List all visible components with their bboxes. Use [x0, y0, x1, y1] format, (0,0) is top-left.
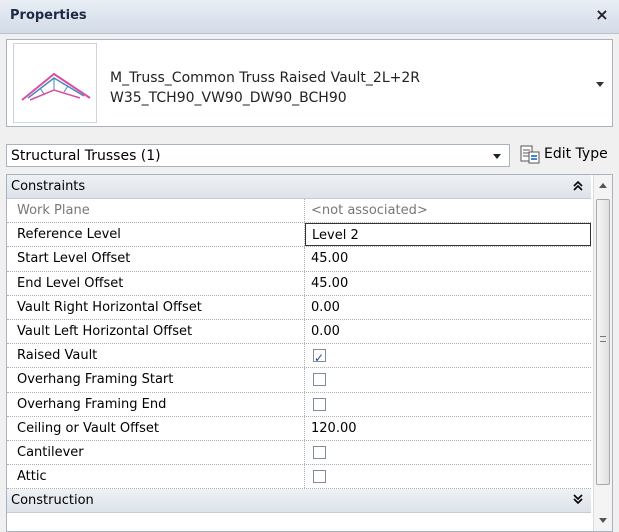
scroll-down-icon[interactable]: [599, 518, 607, 523]
window-title: Properties: [10, 8, 87, 23]
edit-type-icon: [520, 145, 540, 164]
vertical-scrollbar[interactable]: [593, 175, 612, 531]
property-row-work-plane: Work Plane <not associated>: [7, 199, 591, 224]
close-icon[interactable]: ×: [593, 6, 611, 24]
property-row-overhang-framing-end[interactable]: Overhang Framing End: [7, 392, 591, 417]
property-value: ✓: [305, 344, 591, 367]
property-name: End Level Offset: [7, 271, 305, 295]
property-name: Attic: [7, 465, 305, 489]
property-name: Overhang Framing Start: [7, 368, 305, 392]
property-row-start-level-offset[interactable]: Start Level Offset 45.00: [7, 247, 591, 272]
cantilever-checkbox[interactable]: [313, 445, 326, 459]
property-value: [305, 441, 591, 464]
property-row-vault-right-horizontal-offset[interactable]: Vault Right Horizontal Offset 0.00: [7, 295, 591, 320]
property-name: Cantilever: [7, 440, 305, 465]
property-name: Work Plane: [7, 199, 305, 223]
property-name: Reference Level: [7, 223, 305, 247]
start-level-offset-field[interactable]: 45.00: [305, 247, 591, 270]
property-row-ceiling-or-vault-offset[interactable]: Ceiling or Vault Offset 120.00: [7, 416, 591, 441]
property-name: Raised Vault: [7, 344, 305, 368]
property-name: Vault Right Horizontal Offset: [7, 295, 305, 319]
vault-left-horizontal-offset-field[interactable]: 0.00: [305, 320, 591, 343]
collapse-icon[interactable]: [573, 177, 583, 197]
scrollbar-thumb[interactable]: [596, 199, 610, 485]
property-name: Overhang Framing End: [7, 392, 305, 416]
type-name-line2: W35_TCH90_VW90_DW90_BCH90: [110, 90, 347, 106]
edit-type-label: Edit Type: [544, 146, 608, 162]
property-value: [305, 368, 591, 391]
truss-icon: [21, 72, 91, 101]
section-title: Construction: [11, 493, 94, 509]
attic-checkbox[interactable]: [313, 470, 326, 484]
expand-icon[interactable]: [573, 491, 583, 511]
property-row-vault-left-horizontal-offset[interactable]: Vault Left Horizontal Offset 0.00: [7, 319, 591, 345]
property-row-end-level-offset[interactable]: End Level Offset 45.00: [7, 271, 591, 296]
properties-rows: Constraints Work Plane <not associated> …: [7, 175, 591, 514]
vault-right-horizontal-offset-field[interactable]: 0.00: [305, 296, 591, 319]
reference-level-field[interactable]: Level 2: [305, 223, 591, 247]
checkmark-icon: ✓: [314, 351, 325, 366]
property-value: [305, 465, 591, 488]
scroll-up-icon[interactable]: [599, 183, 607, 188]
type-name: M_Truss_Common Truss Raised Vault_2L+2R …: [110, 68, 420, 108]
property-row-overhang-framing-start[interactable]: Overhang Framing Start: [7, 368, 591, 393]
property-name: Ceiling or Vault Offset: [7, 416, 305, 440]
property-name: Vault Left Horizontal Offset: [7, 319, 305, 344]
truss-preview-thumbnail: [13, 43, 97, 123]
chevron-down-icon[interactable]: [596, 82, 604, 87]
end-level-offset-field[interactable]: 45.00: [305, 272, 591, 295]
raised-vault-checkbox[interactable]: ✓: [313, 349, 326, 365]
section-header-constraints[interactable]: Constraints: [7, 175, 591, 199]
overhang-framing-end-checkbox[interactable]: [313, 397, 326, 411]
property-name: Start Level Offset: [7, 247, 305, 271]
category-filter-value: Structural Trusses (1): [11, 148, 161, 164]
edit-type-button[interactable]: Edit Type: [520, 143, 614, 167]
overhang-framing-start-checkbox[interactable]: [313, 373, 326, 387]
ceiling-or-vault-offset-field[interactable]: 120.00: [305, 417, 591, 440]
property-row-raised-vault[interactable]: Raised Vault ✓: [7, 344, 591, 369]
instance-filter-row: Structural Trusses (1) Edit Type: [0, 140, 619, 170]
category-filter-dropdown[interactable]: Structural Trusses (1): [6, 144, 510, 167]
chevron-down-icon[interactable]: [493, 154, 501, 159]
properties-titlebar: Properties ×: [0, 0, 619, 34]
type-selector[interactable]: M_Truss_Common Truss Raised Vault_2L+2R …: [6, 39, 613, 127]
section-header-construction[interactable]: Construction: [7, 489, 591, 514]
property-row-reference-level[interactable]: Reference Level Level 2: [7, 223, 591, 248]
property-value: [305, 393, 591, 416]
property-row-attic[interactable]: Attic: [7, 465, 591, 490]
section-title: Constraints: [11, 179, 86, 194]
properties-grid: Constraints Work Plane <not associated> …: [6, 174, 613, 532]
property-value: <not associated>: [311, 203, 428, 218]
property-row-cantilever[interactable]: Cantilever: [7, 440, 591, 466]
grip-icon: [600, 336, 606, 342]
type-name-line1: M_Truss_Common Truss Raised Vault_2L+2R: [110, 70, 420, 86]
